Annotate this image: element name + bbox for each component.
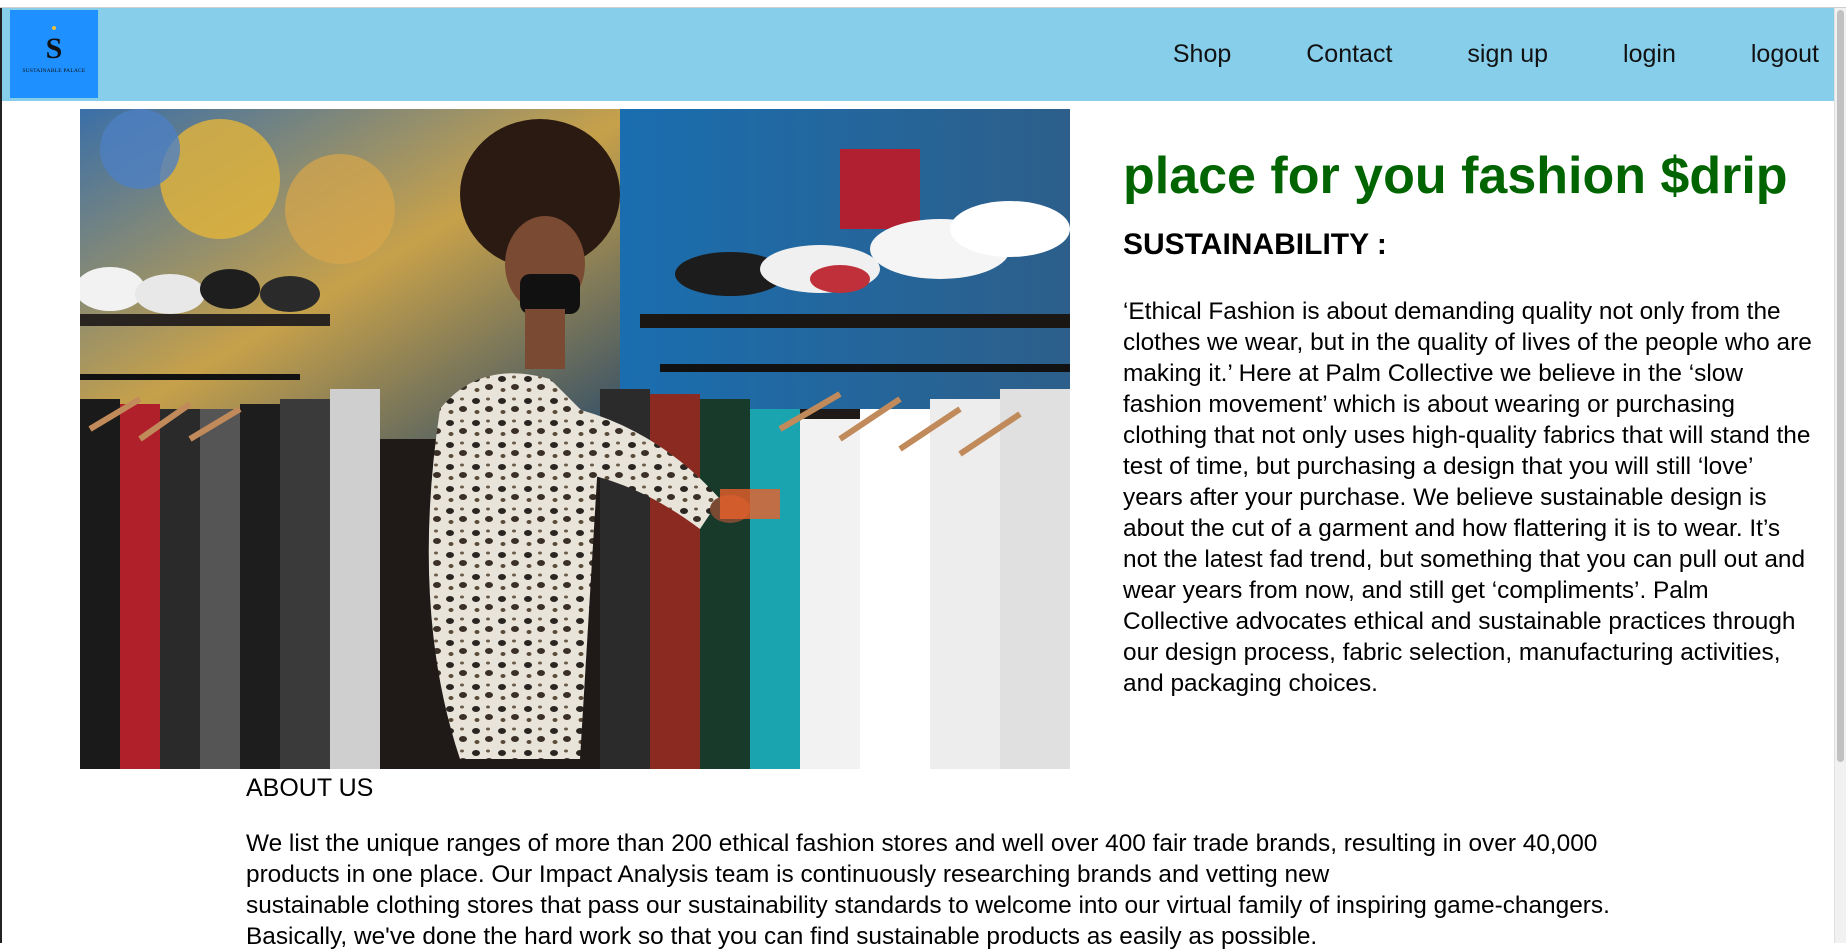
logo-mark: S bbox=[45, 25, 63, 65]
nav-links: Shop Contact sign up login logout bbox=[1098, 8, 1819, 101]
about-paragraph: We list the unique ranges of more than 2… bbox=[246, 828, 1746, 952]
logo-letter: S bbox=[45, 31, 63, 65]
about-line: products in one place. Our Impact Analys… bbox=[246, 861, 1330, 888]
about-heading: ABOUT US bbox=[246, 774, 374, 802]
site-logo[interactable]: S SUSTAINABLE PALACE bbox=[10, 10, 98, 98]
about-line: sustainable clothing stores that pass ou… bbox=[246, 892, 1610, 919]
page-left-border bbox=[0, 8, 2, 943]
nav-link-contact[interactable]: Contact bbox=[1306, 40, 1392, 69]
scrollbar-thumb[interactable] bbox=[1837, 10, 1844, 762]
navbar: S SUSTAINABLE PALACE Shop Contact sign u… bbox=[2, 8, 1835, 101]
nav-link-login[interactable]: login bbox=[1623, 40, 1676, 69]
nav-link-sign-up[interactable]: sign up bbox=[1467, 40, 1548, 69]
about-line: Basically, we've done the hard work so t… bbox=[246, 923, 1318, 950]
about-section: ABOUT US We list the unique ranges of mo… bbox=[246, 772, 1746, 952]
hero-text: place for you fashion $drip SUSTAINABILI… bbox=[1123, 140, 1823, 699]
sustainability-paragraph: ‘Ethical Fashion is about demanding qual… bbox=[1123, 298, 1812, 697]
hero-title: place for you fashion $drip bbox=[1123, 147, 1788, 205]
browser-top-edge bbox=[0, 0, 1846, 8]
hero-image bbox=[80, 109, 1070, 769]
nav-link-shop[interactable]: Shop bbox=[1173, 40, 1231, 69]
nav-link-logout[interactable]: logout bbox=[1751, 40, 1819, 69]
sustainability-heading: SUSTAINABILITY : bbox=[1123, 228, 1387, 261]
logo-dot-icon bbox=[51, 25, 56, 30]
about-line: We list the unique ranges of more than 2… bbox=[246, 830, 1598, 857]
logo-text: SUSTAINABLE PALACE bbox=[22, 67, 86, 74]
clothing-store-photo-icon bbox=[80, 109, 1070, 769]
vertical-scrollbar[interactable] bbox=[1834, 8, 1846, 943]
